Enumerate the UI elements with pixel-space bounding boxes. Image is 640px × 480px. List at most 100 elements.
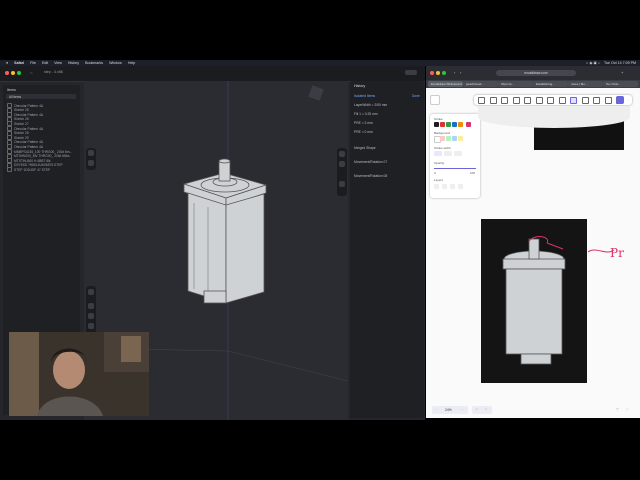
rectangle-icon[interactable] (512, 97, 520, 104)
menu-view[interactable]: View (54, 61, 62, 65)
canvas-image-top[interactable] (478, 106, 630, 150)
zoom-icon[interactable] (88, 289, 94, 295)
zoom-level[interactable]: 24% (445, 408, 452, 412)
history-row[interactable]: Fill 1 = 0.25 mm (354, 112, 378, 116)
cad-window-title: step - 4.x86 (44, 70, 63, 74)
back-icon[interactable]: ‹ (454, 70, 455, 75)
browser-tab[interactable]: https://p... (498, 81, 533, 87)
bg-swatch-pink[interactable] (440, 136, 445, 141)
menu-history[interactable]: History (68, 61, 79, 65)
measure-icon[interactable] (88, 313, 94, 319)
tree-item[interactable]: STEP 1DD4SF 47 STEP (7, 167, 50, 173)
close-window-icon[interactable] (5, 71, 9, 75)
stroke-swatch-red[interactable] (440, 122, 445, 127)
history-row[interactable]: Movement/Rotation 08 (354, 174, 387, 178)
display-mode-icon[interactable] (88, 150, 94, 156)
history-row[interactable]: LayerWidth = 2/50 mm (354, 103, 387, 107)
camera-icon[interactable] (339, 151, 345, 157)
pencil-icon[interactable] (570, 97, 577, 104)
history-row[interactable]: Movement/Rotation 07 (354, 160, 387, 164)
sidebar-filter[interactable]: All items (6, 94, 76, 99)
share-button[interactable] (405, 70, 417, 75)
menu-window[interactable]: Window (109, 61, 122, 65)
menu-hamburger-icon[interactable] (430, 95, 440, 105)
annotation-arrow[interactable] (586, 244, 616, 258)
browser-tab[interactable]: notes | Mo... (568, 81, 603, 87)
browser-tab[interactable]: Tex Chal... (603, 81, 638, 87)
opacity-slider[interactable] (434, 168, 476, 169)
new-tab-icon[interactable]: + (621, 70, 623, 75)
stroke-swatch-green[interactable] (446, 122, 451, 127)
bg-swatch-yellow[interactable] (458, 136, 463, 141)
browser-tab[interactable]: Establishing... (533, 81, 568, 87)
ellipse-icon[interactable] (535, 97, 543, 104)
text-icon[interactable] (581, 97, 589, 104)
layers-icon[interactable] (339, 161, 345, 167)
redo-icon[interactable]: ↷ (484, 407, 487, 412)
rotate-icon[interactable] (88, 303, 94, 309)
shield-icon[interactable]: ⛉ (616, 407, 619, 412)
bring-to-front-button[interactable] (458, 184, 463, 189)
tab-bar: Excalidraw Whiteboard peachcloud... https:… (426, 80, 640, 88)
apple-menu-icon[interactable]: ● (6, 61, 8, 65)
section-icon[interactable] (88, 323, 94, 329)
history-done-button[interactable]: Done (412, 94, 420, 98)
bg-swatch-green[interactable] (446, 136, 451, 141)
webcam-overlay (9, 332, 149, 416)
forward-icon[interactable]: › (460, 70, 461, 75)
browser-minimize-icon[interactable] (436, 71, 440, 75)
minimize-window-icon[interactable] (11, 71, 15, 75)
help-icon[interactable]: ? (626, 407, 628, 412)
stroke-thin-option[interactable] (434, 151, 442, 156)
zoom-out-icon[interactable]: − (435, 407, 437, 412)
canvas-motor-image[interactable] (481, 219, 587, 383)
undo-icon[interactable]: ↶ (475, 407, 478, 412)
render-icon[interactable] (88, 160, 94, 166)
viewport-toolbar-right (337, 148, 347, 196)
status-icons[interactable]: ◐ ◉ ▣ ⌕ (586, 61, 600, 65)
bring-forward-button[interactable] (450, 184, 455, 189)
hand-icon[interactable] (489, 97, 497, 104)
stroke-swatch-blue[interactable] (452, 122, 457, 127)
menu-bookmarks[interactable]: Bookmarks (85, 61, 103, 65)
stroke-swatch-orange[interactable] (458, 122, 463, 127)
browser-close-icon[interactable] (430, 71, 434, 75)
line-icon[interactable] (558, 97, 566, 104)
menu-clock[interactable]: Tue Oct 14 7:09 PM (604, 61, 636, 65)
stroke-swatch-black[interactable] (434, 122, 439, 127)
settings-icon[interactable] (339, 181, 345, 187)
zoom-window-icon[interactable] (17, 71, 21, 75)
browser-tab[interactable]: Excalidraw Whiteboard (428, 81, 463, 87)
stroke-swatch-current[interactable] (466, 122, 471, 127)
menu-file[interactable]: File (30, 61, 36, 65)
menu-safari[interactable]: Safari (14, 61, 24, 65)
send-to-back-button[interactable] (434, 184, 439, 189)
bg-swatch-blue[interactable] (452, 136, 457, 141)
stroke-bold-option[interactable] (444, 151, 452, 156)
history-row[interactable]: PRE = 3 mm (354, 121, 373, 125)
stroke-extra-bold-option[interactable] (454, 151, 462, 156)
menu-edit[interactable]: Edit (42, 61, 48, 65)
browser-zoom-icon[interactable] (442, 71, 446, 75)
history-row[interactable]: Merged Shape (354, 146, 376, 150)
diamond-icon[interactable] (524, 97, 531, 104)
opacity-min: 0 (434, 171, 436, 175)
arrow-icon[interactable] (547, 97, 554, 104)
motor-model[interactable] (182, 158, 268, 304)
zoom-in-icon[interactable]: + (461, 407, 463, 412)
browser-tab[interactable]: peachcloud... (463, 81, 498, 87)
library-button[interactable] (616, 96, 624, 104)
zoom-control: − 24% + (432, 406, 468, 414)
bottom-bar: − 24% + ↶ ↷ ⛉ ? (432, 406, 634, 416)
send-backward-button[interactable] (442, 184, 447, 189)
eraser-icon[interactable] (604, 97, 612, 104)
image-icon[interactable] (593, 97, 600, 104)
menu-help[interactable]: Help (128, 61, 135, 65)
history-row[interactable]: PRE = 0 mm (354, 130, 373, 134)
lock-icon[interactable] (478, 97, 485, 104)
selection-icon[interactable] (501, 97, 508, 104)
home-icon[interactable]: ⌂ (30, 70, 32, 75)
history-header: History (354, 84, 366, 88)
visibility-toggle-icon[interactable] (7, 167, 12, 173)
address-bar[interactable]: excalidraw.com (496, 70, 576, 76)
